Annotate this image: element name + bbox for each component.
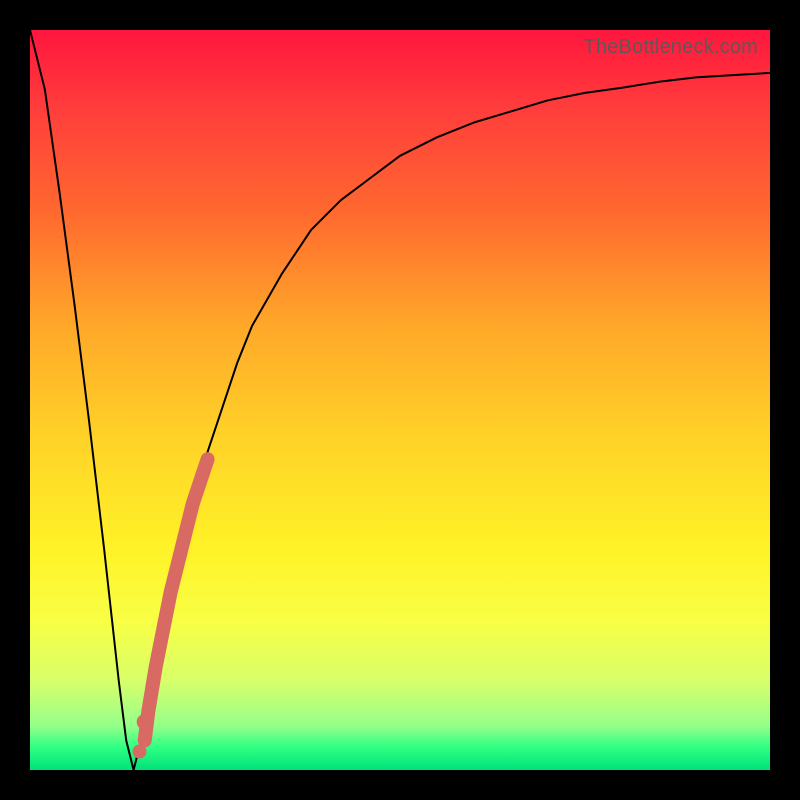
- highlight-dot-lower: [133, 745, 147, 759]
- highlight-segment: [145, 459, 208, 740]
- plot-area: TheBottleneck.com: [30, 30, 770, 770]
- chart-frame: TheBottleneck.com: [0, 0, 800, 800]
- highlight-dot-upper: [137, 714, 153, 730]
- curve-line: [30, 30, 770, 770]
- chart-svg: [30, 30, 770, 770]
